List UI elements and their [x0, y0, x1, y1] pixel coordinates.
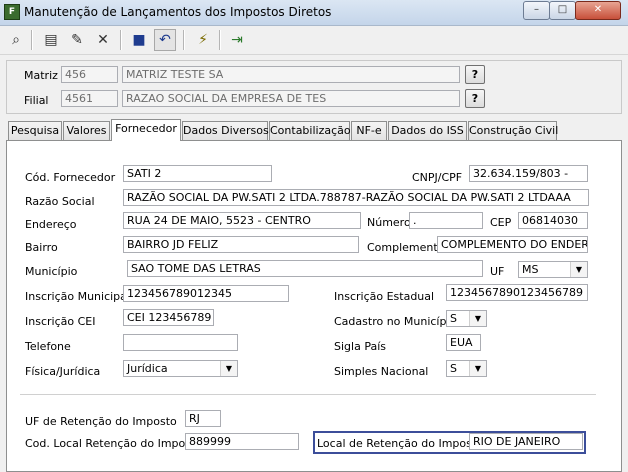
chevron-down-icon: ▼ — [220, 361, 237, 376]
simples-nacional-label: Simples Nacional — [334, 365, 429, 378]
cod-fornecedor-label: Cód. Fornecedor — [25, 171, 116, 184]
cod-local-retencao-field[interactable]: 889999 — [185, 433, 299, 450]
chevron-down-icon: ▼ — [570, 262, 587, 277]
toolbar-separator — [120, 30, 122, 50]
minimize-button[interactable]: – — [523, 1, 550, 20]
cep-label: CEP — [490, 216, 512, 229]
tab-fornecedor[interactable]: Fornecedor — [111, 119, 181, 141]
title-bar: F Manutenção de Lançamentos dos Impostos… — [0, 0, 628, 26]
cnpj-field[interactable]: 32.634.159/803 - — [469, 165, 588, 182]
uf-retencao-label: UF de Retenção do Imposto — [25, 415, 177, 428]
municipio-field[interactable]: SAO TOME DAS LETRAS — [127, 260, 483, 277]
endereco-label: Endereço — [25, 218, 77, 231]
complemento-field[interactable]: COMPLEMENTO DO ENDERE( — [437, 236, 588, 253]
matriz-code-field: 456 — [61, 66, 118, 83]
inscricao-cei-field[interactable]: CEI 123456789 — [123, 309, 214, 326]
numero-label: Número — [367, 216, 411, 229]
maximize-button[interactable]: □ — [549, 1, 576, 20]
telefone-label: Telefone — [25, 340, 71, 353]
toolbar-separator — [219, 30, 221, 50]
inscricao-cei-label: Inscrição CEI — [25, 315, 96, 328]
uf-label: UF — [490, 265, 505, 278]
razao-social-field[interactable]: RAZÃO SOCIAL DA PW.SATI 2 LTDA.788787-RA… — [123, 189, 589, 206]
simples-nacional-select[interactable]: S ▼ — [446, 360, 487, 377]
telefone-field[interactable] — [123, 334, 238, 351]
matriz-lookup-button[interactable]: ? — [465, 65, 485, 84]
toolbar-separator — [31, 30, 33, 50]
uf-select[interactable]: MS ▼ — [518, 261, 588, 278]
complemento-label: Complemento — [367, 241, 445, 254]
sigla-pais-field[interactable]: EUA — [446, 334, 481, 351]
matriz-label: Matriz — [24, 69, 58, 82]
numero-field[interactable]: . — [409, 212, 483, 229]
inscricao-estadual-label: Inscrição Estadual — [334, 290, 435, 303]
inscricao-municipal-label: Inscrição Municipal — [25, 290, 130, 303]
tab-dados-iss[interactable]: Dados do ISS — [388, 121, 467, 140]
inscricao-municipal-field[interactable]: 123456789012345 — [123, 285, 289, 302]
toolbar: ⌕ ▤ ✎ ✕ ■ ↶ ⚡ ⇥ — [0, 26, 628, 55]
chevron-down-icon: ▼ — [469, 361, 486, 376]
undo-icon[interactable]: ↶ — [154, 29, 176, 51]
tab-nfe[interactable]: NF-e — [351, 121, 387, 140]
cadastro-municipio-value: S — [450, 312, 457, 325]
toolbar-separator — [183, 30, 185, 50]
filter-icon[interactable]: ⚡ — [192, 29, 214, 51]
cep-field[interactable]: 06814030 — [518, 212, 588, 229]
local-retencao-field[interactable]: RIO DE JANEIRO — [469, 433, 583, 450]
filial-label: Filial — [24, 94, 49, 107]
fisica-juridica-value: Jurídica — [127, 362, 168, 375]
chevron-down-icon: ▼ — [469, 311, 486, 326]
filial-name-field: RAZAO SOCIAL DA EMPRESA DE TES — [122, 90, 460, 107]
bairro-field[interactable]: BAIRRO JD FELIZ — [123, 236, 359, 253]
simples-nacional-value: S — [450, 362, 457, 375]
cnpj-label: CNPJ/CPF — [412, 171, 463, 184]
bairro-label: Bairro — [25, 241, 58, 254]
exit-icon[interactable]: ⇥ — [226, 29, 248, 51]
inscricao-estadual-field[interactable]: 1234567890123456789 0 — [446, 284, 588, 301]
endereco-field[interactable]: RUA 24 DE MAIO, 5523 - CENTRO — [123, 212, 361, 229]
matriz-name-field: MATRIZ TESTE SA — [122, 66, 460, 83]
window-title: Manutenção de Lançamentos dos Impostos D… — [24, 5, 332, 19]
local-retencao-label: Local de Retenção do Imposto — [317, 437, 483, 450]
cod-fornecedor-field[interactable]: SATI 2 — [123, 165, 272, 182]
cod-local-retencao-label: Cod. Local Retenção do Imposto — [25, 437, 203, 450]
app-icon: F — [4, 4, 20, 20]
filial-code-field: 4561 — [61, 90, 118, 107]
uf-value: MS — [522, 263, 539, 276]
sigla-pais-label: Sigla País — [334, 340, 386, 353]
razao-social-label: Razão Social — [25, 195, 95, 208]
uf-retencao-field[interactable]: RJ — [185, 410, 221, 427]
tab-construcao-civil[interactable]: Construção Civil — [468, 121, 558, 140]
save-icon[interactable]: ■ — [128, 29, 150, 51]
edit-icon[interactable]: ✎ — [66, 29, 88, 51]
close-button[interactable]: ✕ — [575, 1, 621, 20]
tab-valores[interactable]: Valores — [63, 121, 110, 140]
tab-contabilizacao[interactable]: Contabilização — [269, 121, 351, 140]
tab-pesquisa[interactable]: Pesquisa — [8, 121, 62, 140]
new-record-icon[interactable]: ▤ — [40, 29, 62, 51]
tab-dados-diversos[interactable]: Dados Diversos — [182, 121, 269, 140]
section-divider — [20, 394, 596, 395]
cadastro-municipio-label: Cadastro no Município — [334, 315, 457, 328]
fisica-juridica-label: Física/Jurídica — [25, 365, 101, 378]
binoculars-icon[interactable]: ⌕ — [5, 29, 27, 51]
delete-icon[interactable]: ✕ — [92, 29, 114, 51]
filial-lookup-button[interactable]: ? — [465, 89, 485, 108]
cadastro-municipio-select[interactable]: S ▼ — [446, 310, 487, 327]
municipio-label: Município — [25, 265, 78, 278]
fisica-juridica-select[interactable]: Jurídica ▼ — [123, 360, 238, 377]
